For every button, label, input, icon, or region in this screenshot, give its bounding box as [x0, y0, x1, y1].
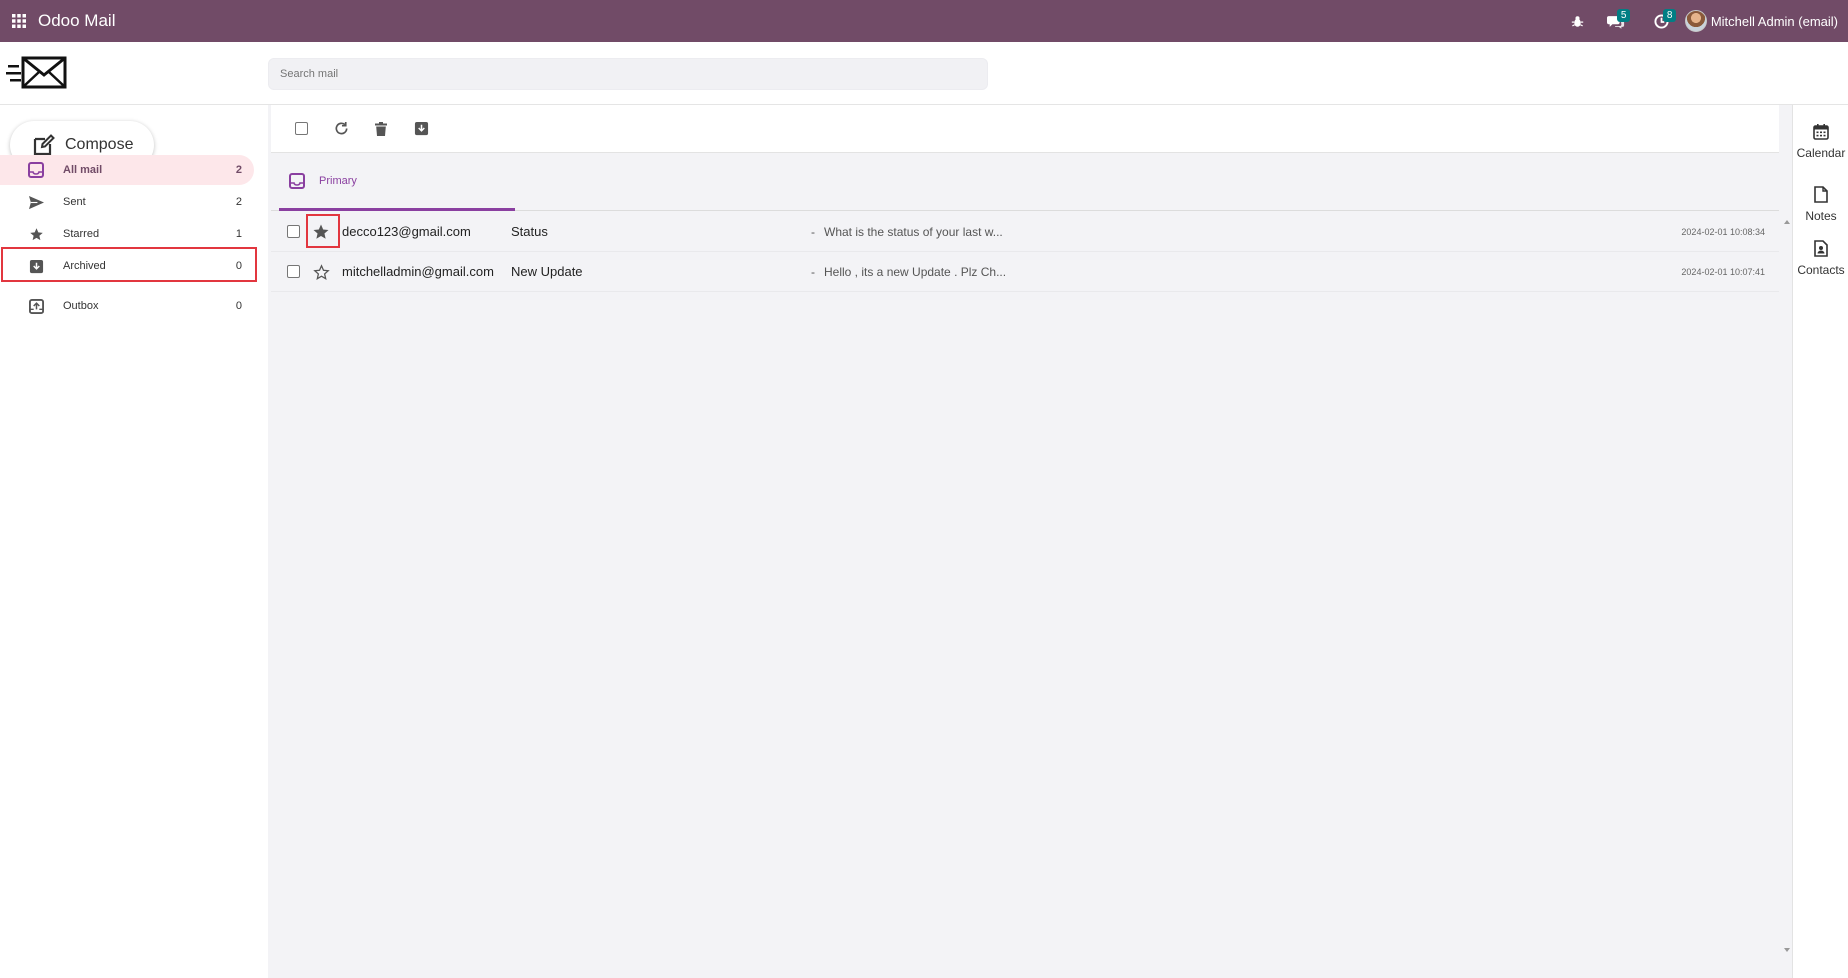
- mail-date: 2024-02-01 10:08:34: [1681, 226, 1765, 237]
- sidebar-item-label: Sent: [63, 196, 86, 208]
- refresh-icon[interactable]: [321, 109, 361, 149]
- sidebar-item-starred[interactable]: Starred 1: [0, 219, 254, 249]
- search-input[interactable]: [268, 58, 988, 90]
- inbox-tab-icon: [289, 173, 305, 189]
- notes-button[interactable]: Notes: [1793, 186, 1848, 223]
- mail-preview: What is the status of your last w...: [824, 224, 1003, 239]
- contacts-button[interactable]: Contacts: [1793, 240, 1848, 277]
- user-name: Mitchell Admin (email): [1710, 13, 1838, 29]
- archive-action-icon[interactable]: [401, 109, 441, 149]
- activities-clock-icon[interactable]: 8: [1639, 0, 1685, 42]
- mail-logo-icon: [6, 56, 68, 90]
- star-highlight-box: [306, 214, 340, 248]
- row-checkbox[interactable]: [287, 265, 300, 278]
- sidebar-item-count: 0: [235, 300, 242, 312]
- send-icon: [26, 192, 46, 212]
- contacts-label: Contacts: [1797, 263, 1845, 277]
- messages-badge: 5: [1616, 9, 1631, 22]
- calendar-icon: [1813, 124, 1829, 140]
- sidebar-item-all-mail[interactable]: All mail 2: [0, 155, 254, 185]
- mail-preview: Hello , its a new Update . Plz Ch...: [824, 264, 1007, 279]
- delete-trash-icon[interactable]: [361, 109, 401, 149]
- sidebar-item-count: 1: [235, 228, 242, 240]
- table-row[interactable]: mitchelladmin@gmail.com New Update - Hel…: [271, 252, 1779, 292]
- sidebar-item-label: All mail: [63, 164, 103, 176]
- scroll-down-arrow-icon[interactable]: [1783, 941, 1791, 952]
- compose-edit-icon: [33, 134, 55, 156]
- calendar-label: Calendar: [1796, 146, 1846, 160]
- app-title[interactable]: Odoo Mail: [38, 11, 115, 31]
- sidebar-item-label: Starred: [63, 228, 100, 240]
- right-side-panel: Calendar Notes Contacts: [1792, 105, 1848, 978]
- tab-primary[interactable]: Primary: [279, 154, 515, 211]
- archive-icon: [26, 256, 46, 276]
- activities-badge: 8: [1662, 9, 1677, 22]
- calendar-button[interactable]: Calendar: [1793, 123, 1848, 160]
- inbox-icon: [26, 160, 46, 180]
- sidebar-item-outbox[interactable]: Outbox 0: [0, 291, 254, 321]
- mail-tabs: Primary: [271, 154, 1779, 211]
- sidebar: Compose All mail 2 Sent 2 Starred 1 Arch…: [0, 105, 268, 978]
- sidebar-item-count: 2: [235, 164, 242, 176]
- star-icon: [26, 224, 46, 244]
- sidebar-item-sent[interactable]: Sent 2: [0, 187, 254, 217]
- mail-separator: -: [811, 224, 815, 239]
- scroll-up-arrow-icon[interactable]: [1783, 213, 1791, 224]
- mail-separator: -: [811, 264, 815, 279]
- mail-date: 2024-02-01 10:07:41: [1681, 266, 1765, 277]
- sidebar-item-count: 0: [235, 260, 242, 272]
- mail-subject: Status: [511, 224, 548, 239]
- mail-from: decco123@gmail.com: [342, 224, 471, 239]
- notes-label: Notes: [1805, 209, 1837, 223]
- mail-from: mitchelladmin@gmail.com: [342, 264, 494, 279]
- row-checkbox[interactable]: [287, 225, 300, 238]
- apps-menu-icon[interactable]: [0, 0, 38, 42]
- mail-toolbar: [271, 105, 1779, 153]
- user-menu[interactable]: Mitchell Admin (email): [1684, 0, 1848, 42]
- mail-subject: New Update: [511, 264, 583, 279]
- outbox-icon: [26, 296, 46, 316]
- debug-bug-icon[interactable]: [1563, 0, 1593, 42]
- sidebar-item-count: 2: [235, 196, 242, 208]
- mail-header: [0, 42, 1848, 105]
- compose-label: Compose: [65, 136, 134, 153]
- sidebar-item-label: Outbox: [63, 300, 99, 312]
- star-outline-icon[interactable]: [311, 262, 331, 282]
- notes-file-icon: [1814, 186, 1828, 203]
- avatar: [1684, 10, 1707, 32]
- sidebar-item-label: Archived: [63, 260, 106, 272]
- top-navbar: Odoo Mail 5 8 Mitchell Admin (email): [0, 0, 1848, 42]
- mail-main: Primary decco123@gmail.com Status - What…: [268, 105, 1792, 978]
- sidebar-item-archived[interactable]: Archived 0: [0, 251, 254, 281]
- select-all-checkbox[interactable]: [281, 109, 321, 149]
- table-row[interactable]: decco123@gmail.com Status - What is the …: [271, 212, 1779, 252]
- messages-icon[interactable]: 5: [1593, 0, 1639, 42]
- tab-label: Primary: [319, 175, 357, 187]
- mail-list: decco123@gmail.com Status - What is the …: [271, 212, 1779, 292]
- contacts-card-icon: [1814, 240, 1828, 257]
